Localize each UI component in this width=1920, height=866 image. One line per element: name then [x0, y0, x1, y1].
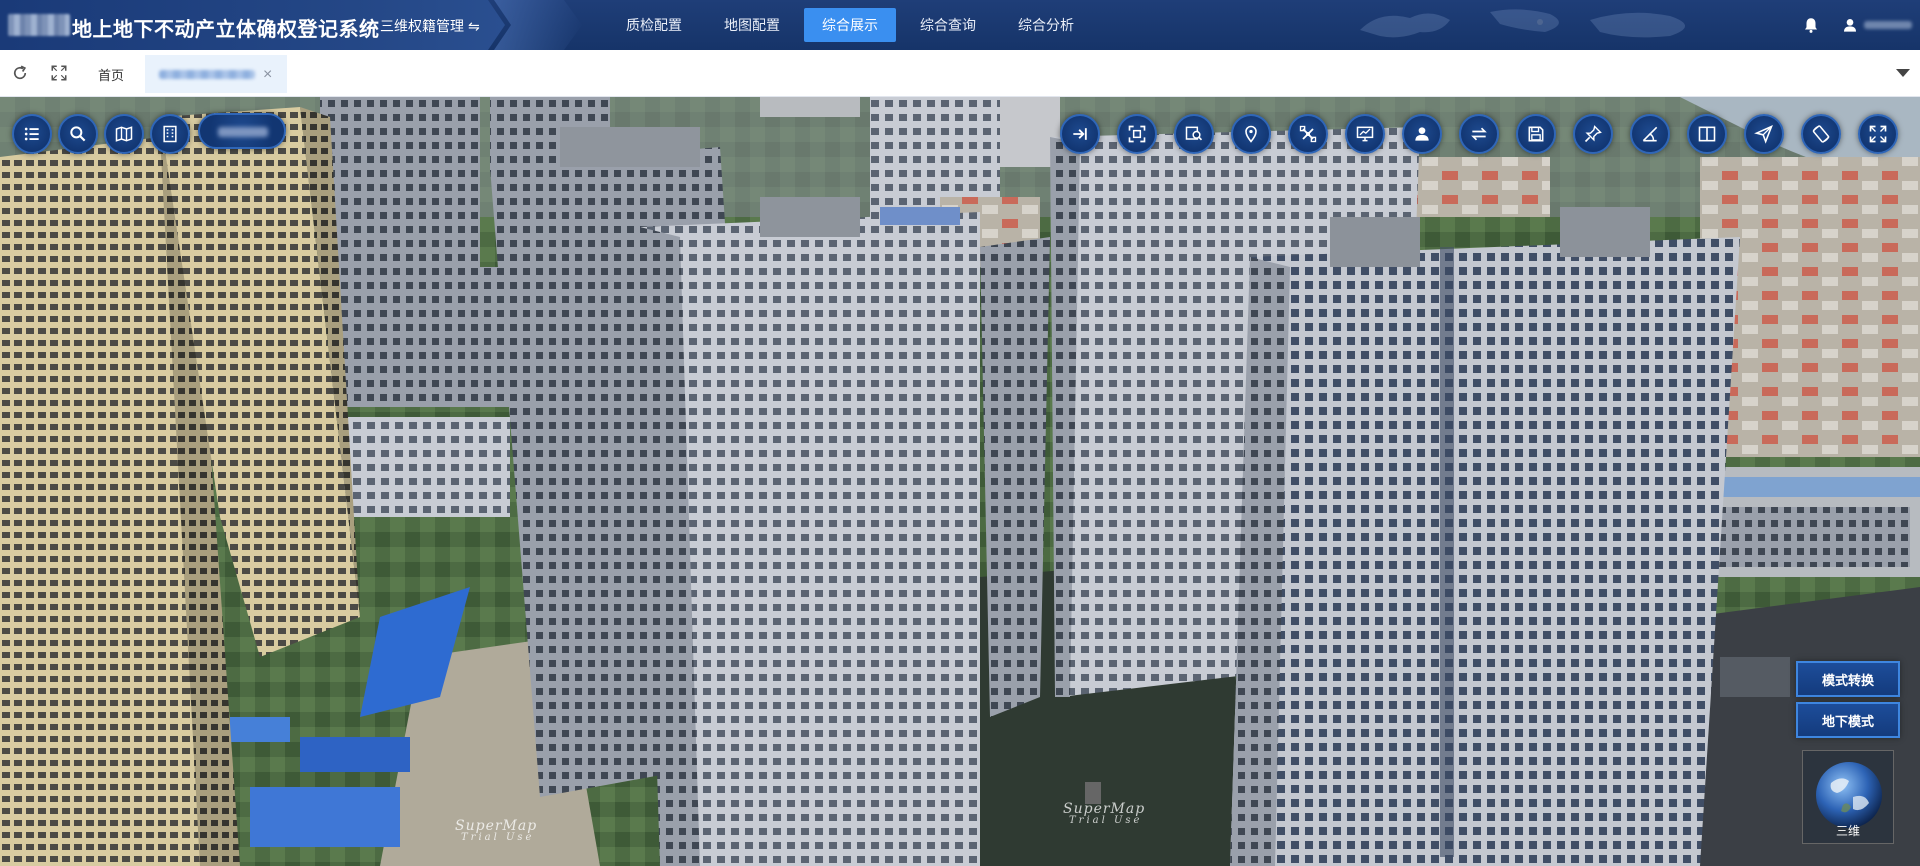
swap-button[interactable]: [1459, 114, 1499, 154]
view-mode-3d-toggle[interactable]: 三维: [1802, 750, 1894, 844]
measure-button[interactable]: [1630, 114, 1670, 154]
globe-label: 三维: [1835, 824, 1860, 838]
location-button[interactable]: [1231, 114, 1271, 154]
mode-switch-button[interactable]: 模式转换: [1796, 661, 1900, 697]
brand-area: 地上地下不动产立体确权登记系统 三维权籍管理 ⇋: [0, 0, 505, 50]
nav-quality-config[interactable]: 质检配置: [608, 8, 700, 42]
watermark-line2: Trial Use: [1069, 815, 1143, 826]
nav-overview-display[interactable]: 综合展示: [804, 8, 896, 42]
brand-chevron-decoration: [494, 0, 582, 50]
building-button[interactable]: [150, 114, 190, 154]
fullscreen-icon: [1869, 125, 1887, 143]
world-map-decoration: [1360, 9, 1685, 38]
map-icon: [115, 126, 133, 142]
measure-icon: [1642, 126, 1658, 142]
person-button[interactable]: [1402, 114, 1442, 154]
user-menu[interactable]: [1842, 17, 1912, 33]
tab-dropdown-icon[interactable]: [1896, 69, 1910, 77]
nav-query[interactable]: 综合查询: [902, 8, 994, 42]
layers-list-icon: [24, 127, 39, 141]
tab-current[interactable]: ×: [145, 55, 287, 93]
blurred-scene-name: [218, 127, 268, 137]
nav-map-config[interactable]: 地图配置: [706, 8, 798, 42]
app-title: 地上地下不动产立体确权登记系统: [72, 19, 380, 41]
search-icon: [70, 126, 86, 142]
blurred-username: [1864, 21, 1912, 29]
layers-list-button[interactable]: [12, 114, 52, 154]
frame-select-icon: [1128, 125, 1146, 143]
send-icon: [1754, 124, 1773, 144]
tab-home[interactable]: 首页: [98, 65, 124, 84]
rotate-view-button[interactable]: [1801, 114, 1841, 154]
query-icon: [1185, 126, 1203, 141]
underground-mode-button[interactable]: 地下模式: [1796, 702, 1900, 738]
close-icon[interactable]: ×: [263, 66, 272, 84]
blurred-tab-title: [159, 70, 255, 79]
swap-icon: ⇋: [468, 18, 480, 34]
save-icon: [1528, 126, 1544, 142]
module-switcher[interactable]: 三维权籍管理 ⇋: [380, 16, 480, 36]
supermap-watermark-2: SuperMap Trial Use: [1063, 802, 1145, 826]
watermark-line1: SuperMap: [1063, 801, 1146, 817]
globe-icon: [1816, 762, 1882, 828]
scene-selector-pill[interactable]: [198, 113, 286, 149]
monitor-chart-button[interactable]: [1345, 114, 1385, 154]
rotate-phone-icon: [1812, 125, 1830, 143]
user-icon: [1844, 19, 1856, 32]
header-right: [1802, 0, 1920, 50]
satellite-icon: [1299, 125, 1317, 143]
search-button[interactable]: [58, 114, 98, 154]
frame-select-button[interactable]: [1117, 114, 1157, 154]
watermark-line1: SuperMap: [455, 818, 538, 834]
city-3d-render: [0, 97, 1920, 866]
watermark-line2: Trial Use: [461, 832, 535, 843]
location-pin-icon: [1245, 125, 1257, 143]
fullscreen-toggle-icon[interactable]: [50, 64, 68, 82]
tab-bar: 首页 ×: [0, 50, 1920, 97]
monitor-chart-icon: [1356, 126, 1374, 142]
building-icon: [163, 125, 177, 143]
person-icon: [1415, 127, 1429, 141]
blurred-org-name: [8, 14, 70, 36]
top-header: 地上地下不动产立体确权登记系统 三维权籍管理 ⇋ 质检配置 地图配置 综合展示 综…: [0, 0, 1920, 50]
pin-icon: [1584, 125, 1602, 143]
refresh-icon[interactable]: [11, 64, 29, 82]
bell-icon[interactable]: [1802, 16, 1820, 34]
query-button[interactable]: [1174, 114, 1214, 154]
3d-scene-viewport[interactable]: SuperMap Trial Use SuperMap Trial Use 模式…: [0, 97, 1920, 866]
supermap-watermark: SuperMap Trial Use: [455, 819, 537, 843]
map-button[interactable]: [104, 114, 144, 154]
save-button[interactable]: [1516, 114, 1556, 154]
main-nav: 质检配置 地图配置 综合展示 综合查询 综合分析: [608, 8, 1098, 42]
split-screen-icon: [1698, 126, 1716, 142]
split-screen-button[interactable]: [1687, 114, 1727, 154]
satellite-button[interactable]: [1288, 114, 1328, 154]
fullscreen-button[interactable]: [1858, 114, 1898, 154]
nav-analysis[interactable]: 综合分析: [1000, 8, 1092, 42]
collapse-toolbar-button[interactable]: [1060, 114, 1100, 154]
pin-button[interactable]: [1573, 114, 1613, 154]
module-label: 三维权籍管理: [380, 18, 464, 34]
collapse-right-icon: [1073, 128, 1087, 140]
swap-arrows-icon: [1471, 127, 1487, 141]
send-button[interactable]: [1744, 114, 1784, 154]
